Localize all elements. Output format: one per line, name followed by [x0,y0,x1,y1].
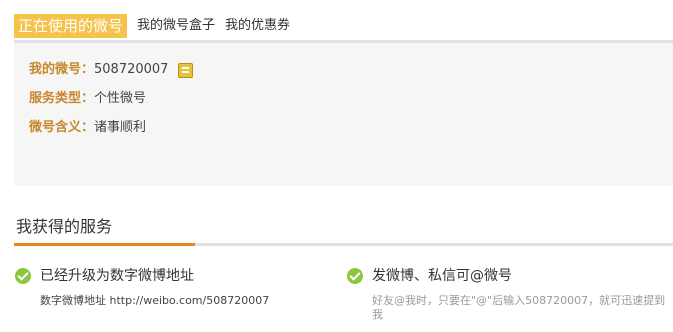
info-label-weihao: 我的微号： [29,62,95,77]
info-row-weihao: 我的微号： 508720007 [29,61,194,79]
service-desc: 好友@我时，只要在"@"后输入508720007，就可迅速提到我 [372,294,666,321]
service-head: 发微博、私信可@微号 [347,267,667,285]
service-title: 发微博、私信可@微号 [372,268,512,284]
weihao-tabs: 正在使用的微号 我的微号盒子 我的优惠券 [14,14,300,38]
service-head: 已经升级为数字微博地址 [15,267,325,285]
info-label-service-type: 服务类型： [29,91,95,106]
service-item-mention-weihao: 发微博、私信可@微号 好友@我时，只要在"@"后输入508720007，就可迅速… [347,267,667,322]
info-label-meaning: 微号含义： [29,120,95,135]
info-value-meaning: 诸事顺利 [94,120,147,135]
tab-weihao-box[interactable]: 我的微号盒子 [137,14,215,38]
check-icon [15,268,31,284]
info-value-service-type: 个性微号 [94,91,147,106]
weihao-info-panel: 我的微号： 508720007 服务类型： 个性微号 微号含义： 诸事顺利 [14,43,673,186]
info-value-weihao: 508720007 [94,62,169,77]
weihao-badge-icon[interactable] [178,62,194,78]
tab-current-weihao[interactable]: 正在使用的微号 [14,14,128,38]
section-divider-accent [14,243,195,246]
service-desc: 数字微博地址 http://weibo.com/508720007 [40,294,270,307]
tab-coupons[interactable]: 我的优惠券 [225,14,290,38]
services-section-title: 我获得的服务 [16,217,113,236]
service-title: 已经升级为数字微博地址 [40,268,194,284]
service-item-digital-address: 已经升级为数字微博地址 数字微博地址 http://weibo.com/5087… [15,267,325,308]
info-row-meaning: 微号含义： 诸事顺利 [29,119,146,137]
check-icon [347,268,363,284]
info-row-service-type: 服务类型： 个性微号 [29,90,146,108]
